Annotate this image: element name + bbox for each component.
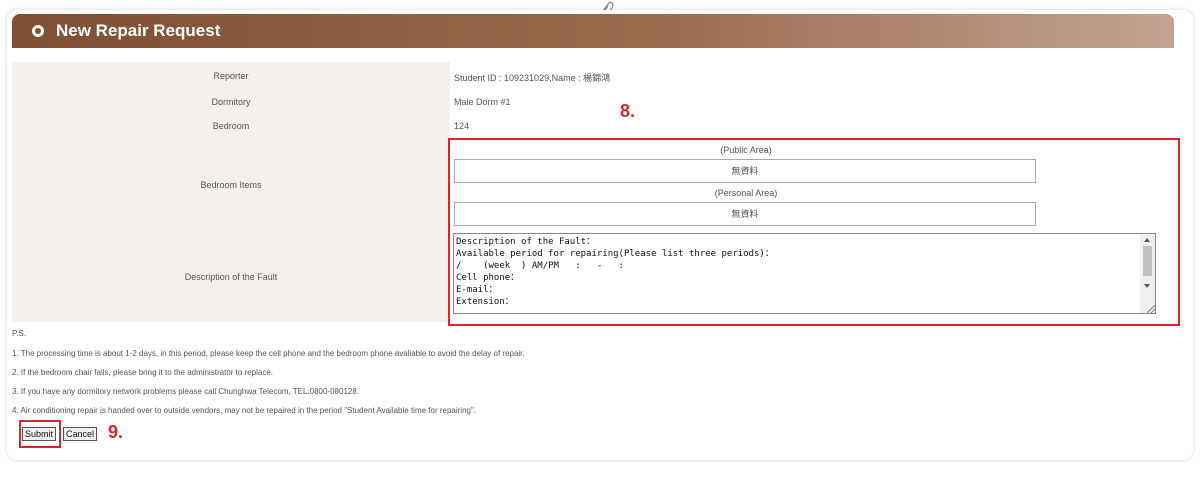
card-header: New Repair Request (12, 14, 1174, 48)
bedroom-label: Bedroom (212, 121, 250, 131)
reporter-label: Reporter (213, 71, 249, 81)
dormitory-value: Male Dorm #1 (454, 97, 511, 107)
annotation-label-8: 8. (620, 101, 636, 121)
note-item: 1. The processing time is about 1-2 days… (12, 349, 525, 358)
note-item: 3. If you have any dormitory network pro… (12, 387, 360, 396)
bedroom-value: 124 (454, 121, 470, 131)
ps-label: P.S. (12, 329, 27, 338)
page-title: New Repair Request (56, 21, 221, 40)
dormitory-label: Dormitory (211, 97, 251, 107)
fault-label: Description of the Fault (184, 272, 278, 282)
note-item: 4. Air conditioning repair is handed ove… (12, 406, 477, 415)
note-item: 2. If the bedroom chair fails, please br… (12, 368, 274, 377)
radio-circle-icon (32, 25, 44, 37)
reporter-value: Student ID : 109231029,Name : 楊錦鴻 (454, 73, 611, 83)
bedroom-items-label: Bedroom Items (200, 180, 262, 190)
cancel-button[interactable]: Cancel (63, 427, 98, 441)
annotation-box-9 (19, 420, 61, 448)
annotation-box-8 (448, 138, 1180, 326)
annotation-label-9: 9. (108, 422, 124, 442)
